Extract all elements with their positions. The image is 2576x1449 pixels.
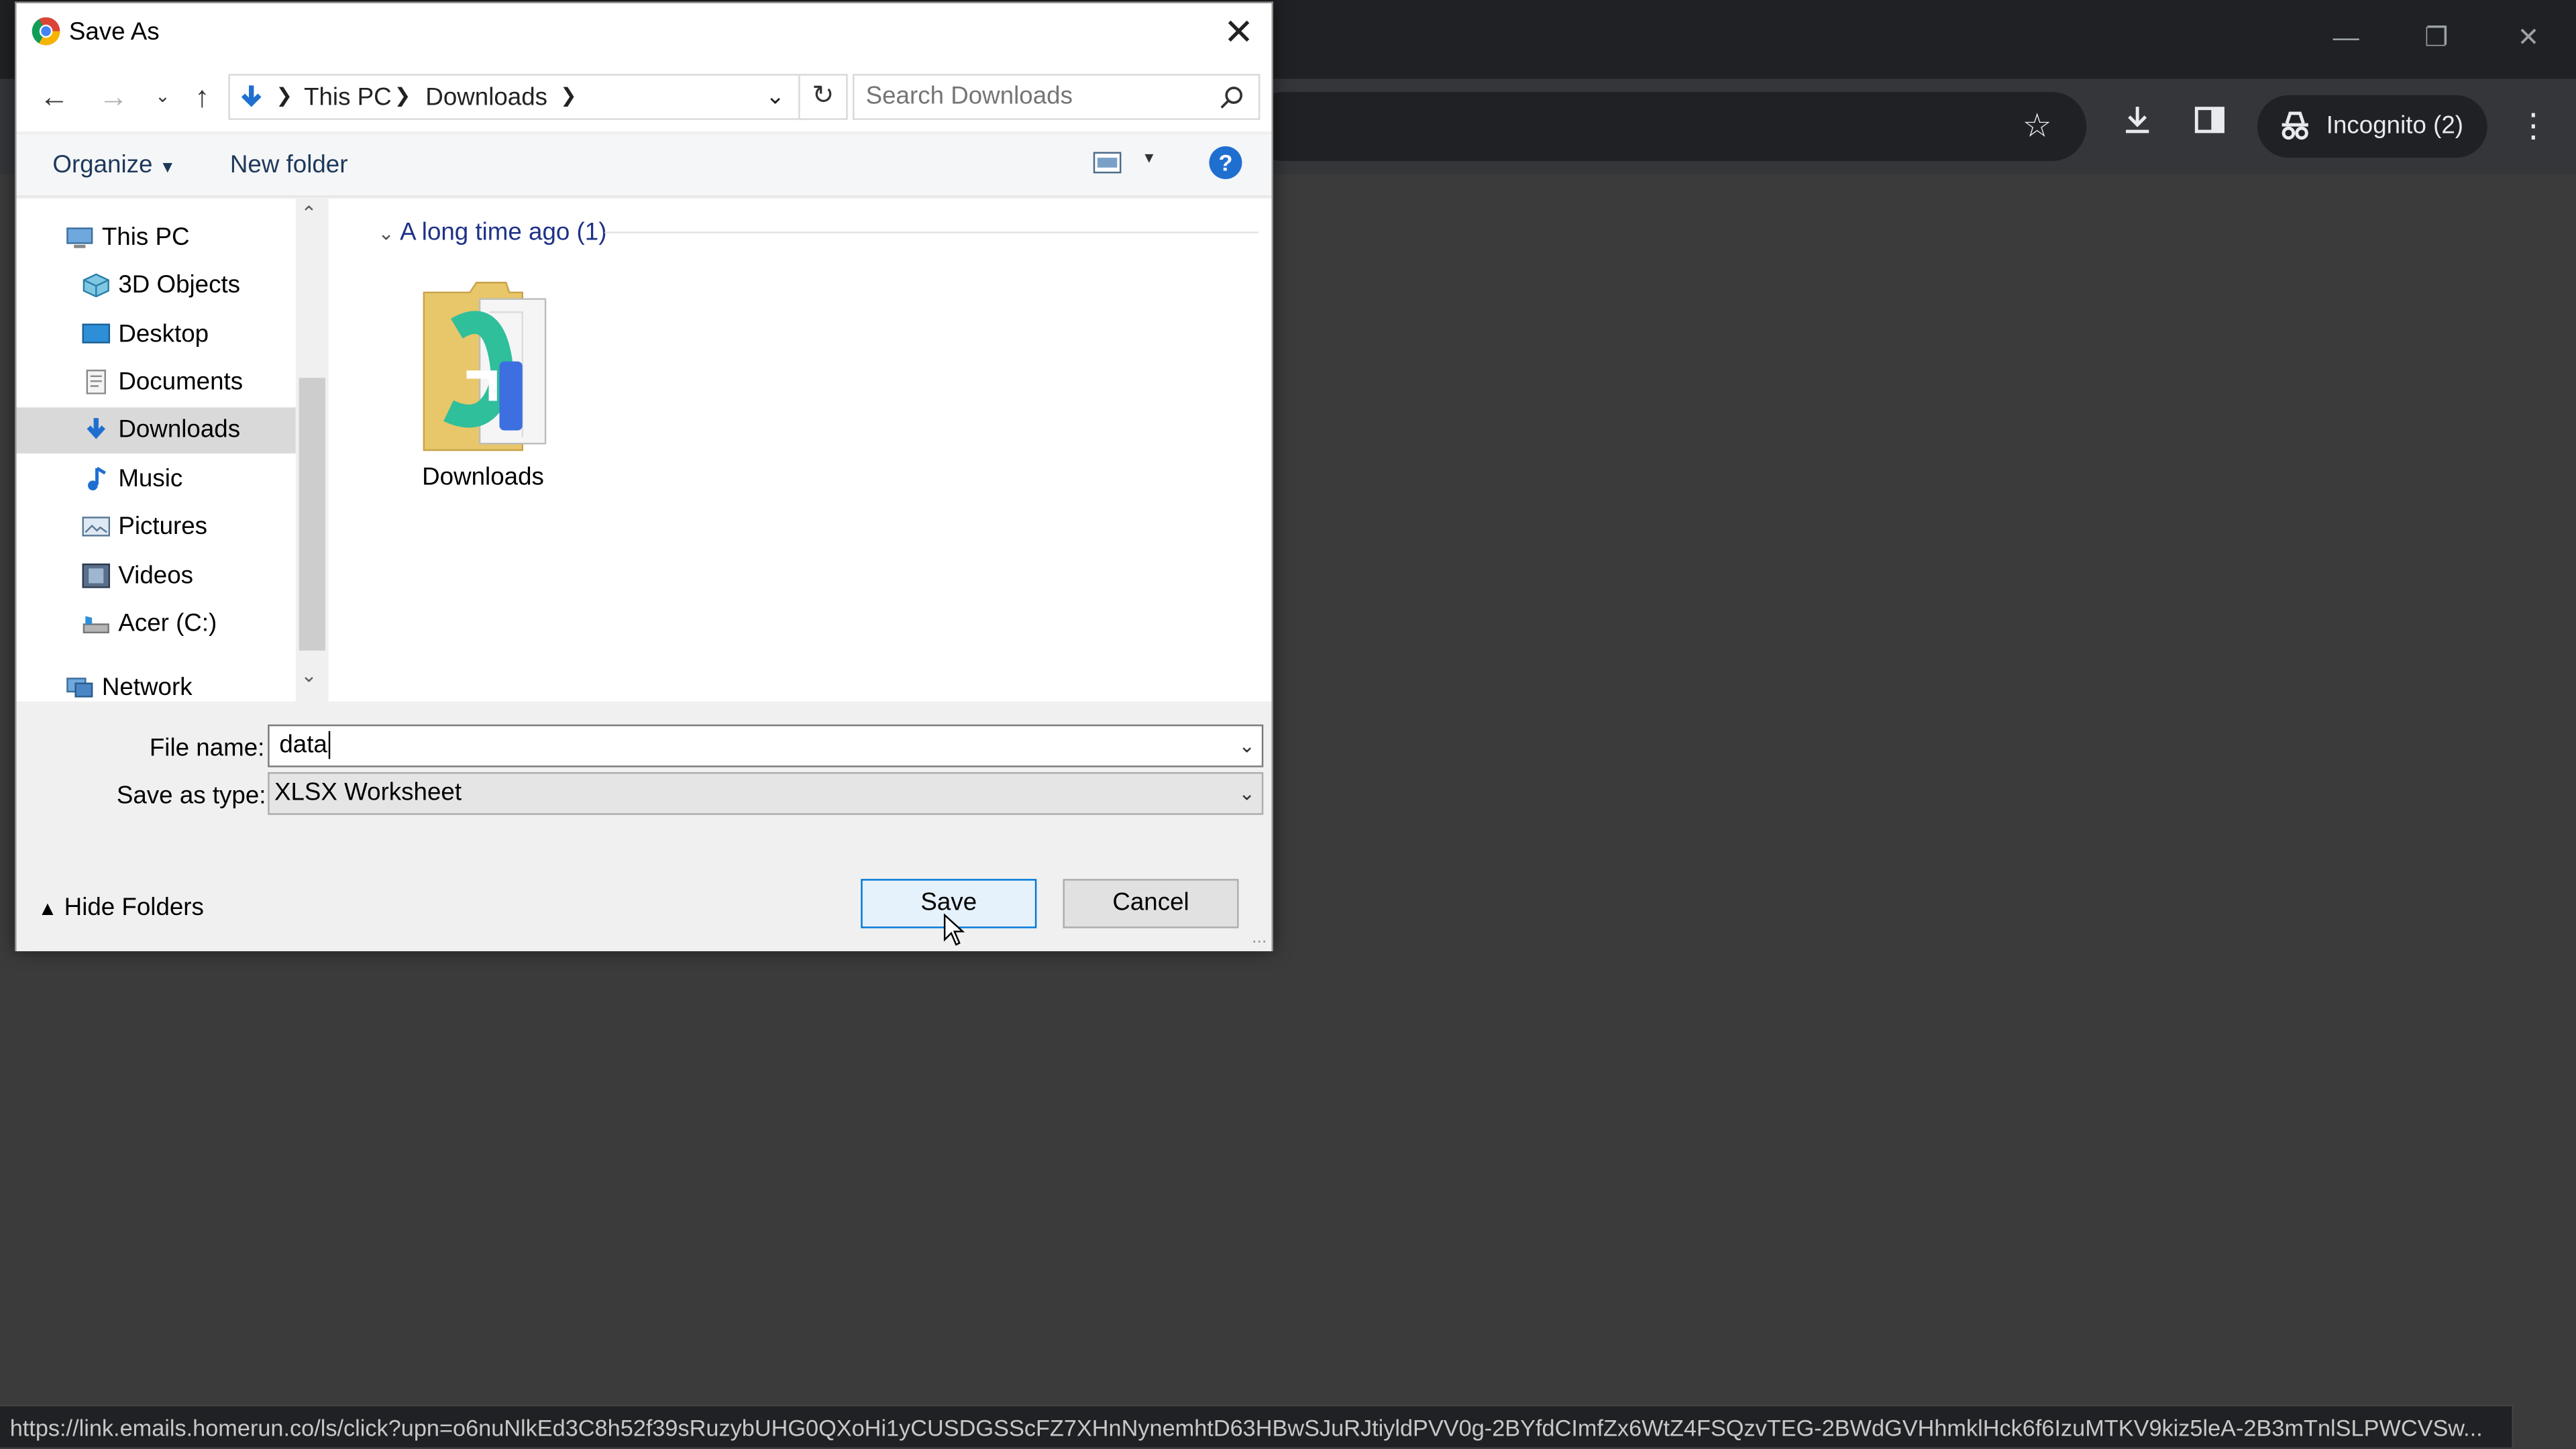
save-type-select[interactable]: XLSX Worksheet ⌄ — [268, 772, 1264, 815]
sidebar-item-documents[interactable]: Documents — [16, 360, 295, 406]
sidebar-item-label: Acer (C:) — [118, 609, 217, 638]
organize-dropdown-icon: ▼ — [159, 159, 176, 178]
view-dropdown-icon: ▼ — [1142, 149, 1157, 166]
forward-arrow-icon[interactable]: → — [95, 79, 131, 115]
sidebar-item-music[interactable]: Music — [16, 457, 295, 503]
group-header-label: A long time ago (1) — [400, 218, 607, 247]
sidebar-item-label: Desktop — [118, 320, 209, 349]
save-as-dialog: Save As ✕ ← → ⌄ ↑ ❯ This PC ❯ Downloads … — [15, 1, 1273, 951]
download-icon — [87, 418, 106, 439]
file-name-dropdown-icon[interactable]: ⌄ — [1238, 726, 1255, 765]
up-arrow-icon[interactable]: ↑ — [184, 79, 220, 115]
sidebar-item-label: Network — [101, 674, 193, 702]
pictures-icon — [82, 517, 111, 537]
text-caret — [329, 731, 331, 759]
mouse-cursor-icon — [943, 913, 965, 946]
sidebar-item-videos[interactable]: Videos — [16, 553, 295, 600]
menu-kebab-icon[interactable]: ⋮ — [2509, 102, 2558, 151]
view-options-button[interactable]: ▼ — [1093, 150, 1159, 179]
breadcrumb-separator-icon: ❯ — [394, 83, 411, 107]
incognito-button[interactable]: Incognito (2) — [2257, 95, 2487, 158]
list-item-label: Downloads — [422, 463, 544, 492]
chevron-up-icon: ▲ — [38, 897, 58, 920]
sidebar-item-label: Documents — [118, 368, 244, 396]
recent-locations-chevron-icon[interactable]: ⌄ — [145, 79, 181, 115]
file-name-label: File name: — [149, 734, 265, 763]
file-name-value: data — [279, 731, 327, 759]
hide-folders-button[interactable]: ▲ Hide Folders — [38, 894, 204, 922]
sidebar-item-3d-objects[interactable]: 3D Objects — [16, 263, 295, 309]
bookmark-star-icon[interactable]: ☆ — [2012, 102, 2061, 151]
videos-icon — [82, 564, 111, 588]
dialog-titlebar — [16, 3, 1272, 63]
view-icon — [1093, 152, 1122, 174]
breadcrumb[interactable]: ❯ This PC ❯ Downloads ❯ ⌄ — [228, 74, 807, 120]
downloads-icon[interactable] — [2112, 102, 2161, 151]
help-icon[interactable]: ? — [1209, 146, 1242, 179]
link-status-bar: https://link.emails.homerun.co/ls/click?… — [0, 1404, 2514, 1448]
dialog-title: Save As — [68, 17, 160, 46]
desktop-icon — [82, 323, 111, 343]
file-name-field[interactable]: data ⌄ — [268, 724, 1264, 767]
sidebar-item-pictures[interactable]: Pictures — [16, 504, 295, 551]
breadcrumb-separator-icon: ❯ — [276, 83, 293, 107]
side-panel-icon[interactable] — [2185, 102, 2234, 151]
cube-icon — [83, 273, 109, 298]
sidebar-item-this-pc[interactable]: This PC — [16, 215, 295, 262]
download-location-icon — [241, 85, 262, 107]
sidebar-item-downloads[interactable]: Downloads — [16, 407, 296, 453]
search-placeholder: Search Downloads — [865, 82, 1073, 111]
sidebar-item-label: Pictures — [118, 513, 208, 541]
group-header[interactable]: ⌄ A long time ago (1) — [378, 219, 606, 247]
search-input[interactable]: Search Downloads — [853, 74, 1260, 120]
save-type-dropdown-icon: ⌄ — [1238, 782, 1256, 806]
back-arrow-icon[interactable]: ← — [36, 79, 72, 115]
sidebar-item-drive-c[interactable]: Acer (C:) — [16, 601, 295, 647]
search-icon — [1220, 87, 1243, 109]
sidebar-item-label: This PC — [101, 223, 190, 252]
sidebar-item-label: 3D Objects — [118, 271, 241, 299]
address-dropdown-icon[interactable]: ⌄ — [765, 82, 785, 110]
restore-icon[interactable]: ❐ — [2412, 16, 2461, 62]
documents-icon — [86, 370, 106, 394]
save-type-value: XLSX Worksheet — [274, 778, 462, 807]
pc-icon — [66, 227, 93, 248]
command-bar — [16, 134, 1272, 197]
group-divider — [604, 231, 1258, 233]
music-icon — [88, 466, 106, 491]
nav-scrollbar-thumb[interactable] — [299, 378, 325, 651]
new-folder-button[interactable]: New folder — [230, 151, 348, 179]
sidebar-item-label: Downloads — [118, 415, 241, 444]
organize-label: Organize — [52, 151, 153, 179]
scroll-down-icon[interactable]: ⌄ — [301, 663, 317, 686]
screen: — ❐ ✕ ☆ Incognito (2) ⋮ https://link.ema… — [0, 0, 2576, 1449]
sidebar-item-label: Videos — [118, 561, 193, 590]
incognito-icon — [2282, 111, 2308, 140]
save-type-label: Save as type: — [116, 782, 266, 810]
refresh-icon[interactable]: ↻ — [798, 74, 848, 120]
chrome-logo-icon — [32, 17, 60, 46]
sidebar-item-label: Music — [118, 465, 183, 493]
resize-grip-icon[interactable]: ⋯ — [1252, 933, 1267, 951]
network-icon — [66, 678, 93, 698]
address-bar[interactable] — [1248, 92, 2087, 162]
cancel-button[interactable]: Cancel — [1063, 879, 1239, 928]
drive-icon — [83, 616, 109, 634]
sidebar-item-desktop[interactable]: Desktop — [16, 312, 295, 358]
list-item[interactable]: Downloads — [407, 279, 561, 509]
incognito-label: Incognito (2) — [2326, 111, 2464, 140]
window-close-icon[interactable]: ✕ — [2504, 16, 2553, 62]
breadcrumb-separator-icon: ❯ — [560, 83, 577, 107]
folder-icon — [423, 282, 547, 451]
breadcrumb-this-pc[interactable]: This PC — [304, 84, 392, 112]
group-collapse-icon: ⌄ — [378, 221, 394, 245]
scroll-up-icon[interactable]: ⌃ — [301, 202, 317, 225]
breadcrumb-downloads[interactable]: Downloads — [425, 84, 547, 112]
organize-button[interactable]: Organize ▼ — [52, 151, 176, 179]
hide-folders-label: Hide Folders — [64, 894, 204, 922]
dialog-close-button[interactable]: ✕ — [1212, 10, 1265, 56]
minimize-icon[interactable]: — — [2321, 16, 2370, 62]
